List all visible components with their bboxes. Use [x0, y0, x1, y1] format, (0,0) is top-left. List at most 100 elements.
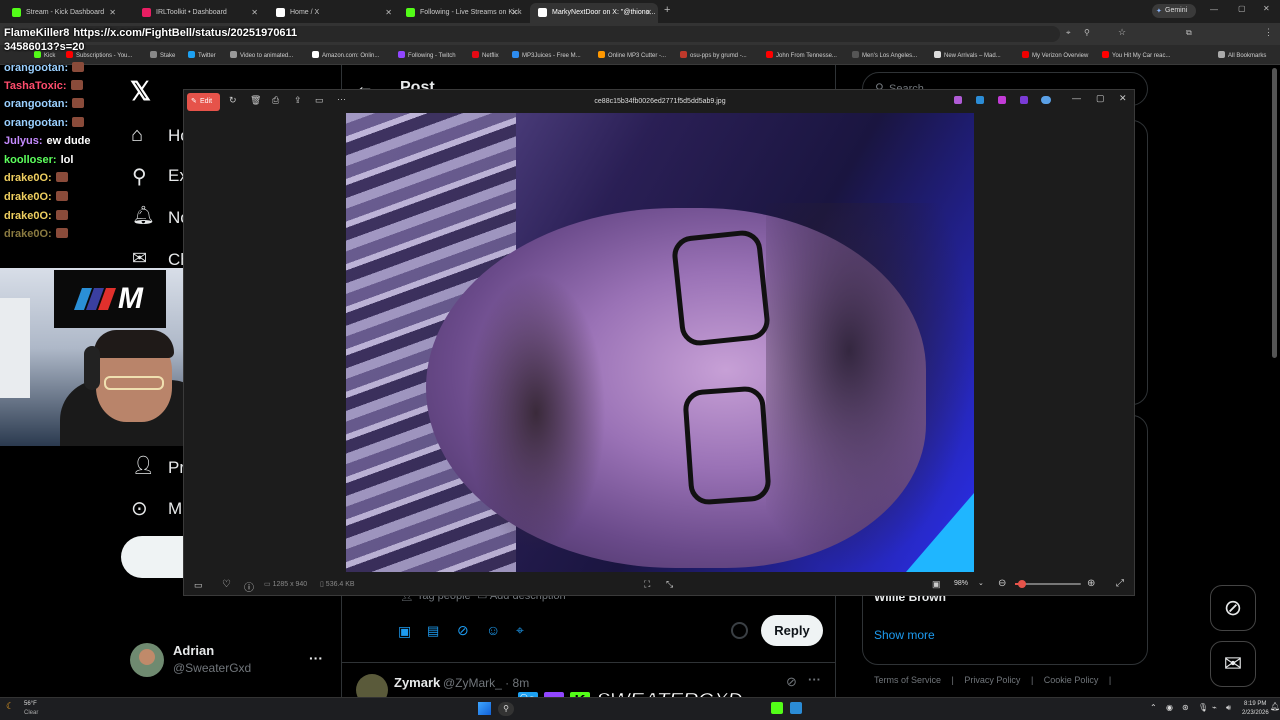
info-icon[interactable]: ⓘ — [244, 579, 254, 594]
bell-icon[interactable]: 🔔︎ — [132, 205, 155, 226]
favorite-icon[interactable]: ♡ — [222, 579, 231, 590]
windows-start-icon[interactable] — [478, 702, 491, 715]
menu-icon[interactable]: ⋮ — [1264, 27, 1273, 38]
actual-size-icon[interactable]: ⤡ — [666, 579, 673, 590]
grok-icon[interactable]: ⊘ — [786, 674, 797, 690]
cookie-link[interactable]: Cookie Policy — [1044, 675, 1099, 685]
network-icon[interactable]: ⌁ — [1212, 703, 1217, 712]
weather-temp[interactable]: 56°F — [24, 701, 37, 707]
bookmark-item[interactable]: Video to animated... — [230, 51, 293, 59]
app-icon[interactable] — [998, 96, 1006, 104]
fit-window-icon[interactable]: ⛶ — [644, 579, 650, 590]
bookmark-item[interactable]: New Arrivals – Mad... — [934, 51, 1001, 59]
close-icon[interactable]: ✕ — [645, 8, 652, 17]
tab-markynextdoor[interactable]: MarkyNextDoor on X: "@thiono... ✕ — [530, 3, 658, 23]
zoom-slider[interactable] — [1015, 580, 1081, 588]
reply-button[interactable]: Reply — [761, 615, 823, 646]
tab-following-kick[interactable]: Following - Live Streams on Kick ✕ — [398, 3, 524, 23]
minimize-button[interactable]: — — [1072, 93, 1081, 103]
bookmark-item[interactable]: MP3Juices - Free M... — [512, 51, 581, 59]
extensions-icon[interactable]: ⧉ — [1186, 28, 1192, 38]
bookmark-item[interactable]: Amazon.com: Onlin... — [312, 51, 379, 59]
notification-icon[interactable]: 🔔︎ — [1270, 702, 1280, 711]
close-icon[interactable]: ✕ — [385, 8, 392, 17]
clock-date[interactable]: 2/23/2026 — [1242, 710, 1269, 716]
zoom-dropdown[interactable]: 98% ⌄ — [948, 575, 988, 591]
close-window-button[interactable]: ✕ — [1119, 93, 1127, 104]
chevron-up-icon[interactable]: ⌃ — [1150, 703, 1157, 712]
show-more-link[interactable]: Show more — [874, 628, 935, 642]
terms-link[interactable]: Terms of Service — [874, 675, 941, 685]
nav-more[interactable]: M — [168, 499, 182, 519]
zoom-fit-icon[interactable]: ▣ — [932, 579, 941, 590]
bookmark-item[interactable]: Twitter — [188, 51, 216, 59]
all-bookmarks[interactable]: All Bookmarks — [1218, 51, 1266, 59]
grok-icon[interactable]: ⊘ — [1210, 585, 1256, 631]
tab-kick-dashboard[interactable]: Stream - Kick Dashboard ✕ — [4, 3, 122, 23]
gif-icon[interactable]: ▤ — [427, 623, 439, 639]
cloud-icon[interactable] — [1041, 96, 1051, 104]
app-icon[interactable] — [1020, 96, 1028, 104]
app-icon[interactable] — [976, 96, 984, 104]
location-pin-icon[interactable]: ⌖ — [516, 622, 524, 639]
image-icon[interactable]: ▣ — [398, 623, 411, 640]
more-options-icon[interactable]: ··· — [808, 672, 821, 687]
volume-icon[interactable]: 🔊︎ — [1226, 703, 1231, 713]
close-window-button[interactable]: ✕ — [1263, 4, 1270, 13]
close-icon[interactable]: ✕ — [109, 8, 116, 17]
emoji-icon[interactable]: ☺ — [486, 622, 500, 638]
mail-icon[interactable]: ✉ — [132, 248, 147, 269]
bookmark-item[interactable]: Stake — [150, 51, 175, 59]
weather-icon[interactable]: ☾ — [6, 701, 14, 712]
avatar[interactable] — [130, 643, 164, 677]
maximize-button[interactable]: ▢ — [1238, 4, 1246, 13]
weather-desc[interactable]: Clear — [24, 710, 38, 716]
zoom-icon[interactable]: ⚲ — [1084, 28, 1090, 37]
bookmark-item[interactable]: Following - Twitch — [398, 51, 456, 59]
grok-icon[interactable]: ⊘ — [457, 622, 469, 639]
close-icon[interactable]: ✕ — [251, 8, 258, 17]
profile-icon[interactable]: 👤︎ — [132, 455, 155, 476]
chat-username: orangootan: — [4, 98, 69, 110]
bookmark-item[interactable]: You Hit My Car reac... — [1102, 51, 1170, 59]
viewed-photo[interactable] — [346, 113, 974, 572]
bookmark-item[interactable]: Netflix — [472, 51, 499, 59]
clock-time[interactable]: 8:19 PM — [1244, 701, 1266, 707]
more-icon[interactable]: ⊙ — [131, 496, 148, 521]
tab-home-x[interactable]: Home / X ✕ — [268, 3, 398, 23]
search-icon[interactable]: ⚲ — [498, 702, 514, 716]
zoom-slider-thumb[interactable] — [1017, 580, 1026, 588]
privacy-link[interactable]: Privacy Policy — [964, 675, 1020, 685]
tray-icon[interactable]: ⊛ — [1182, 703, 1189, 712]
tray-icon[interactable]: ◉ — [1166, 703, 1173, 712]
account-menu-icon[interactable]: ··· — [309, 650, 323, 666]
maximize-button[interactable]: ▢ — [1096, 93, 1105, 104]
tab-irltoolkit[interactable]: IRLToolkit • Dashboard ✕ — [134, 3, 264, 23]
search-icon[interactable]: ⚲ — [132, 164, 147, 189]
location-icon[interactable]: ⌖ — [1066, 28, 1071, 38]
bookmark-item[interactable]: Online MP3 Cutter -... — [598, 51, 666, 59]
bookmark-item[interactable]: John From Tennesse... — [766, 51, 837, 59]
x-logo-icon[interactable]: 𝕏 — [130, 76, 151, 107]
bookmark-item[interactable]: My Verizon Overview — [1022, 51, 1088, 59]
new-tab-button[interactable]: + — [664, 4, 670, 16]
zoom-out-icon[interactable]: ⊖ — [998, 578, 1006, 589]
zoom-in-icon[interactable]: ⊕ — [1087, 578, 1095, 589]
post-button[interactable] — [121, 536, 191, 578]
bookmark-star-icon[interactable]: ☆ — [1118, 27, 1126, 38]
messages-icon[interactable]: ✉ — [1210, 641, 1256, 687]
gemini-button[interactable]: ✦ Gemini — [1152, 4, 1196, 18]
home-icon[interactable]: ⌂ — [131, 124, 143, 147]
app-icon[interactable] — [954, 96, 962, 104]
fullscreen-icon[interactable]: ⤢ — [1116, 578, 1124, 589]
page-scrollbar[interactable] — [1272, 68, 1277, 358]
close-icon[interactable]: ✕ — [511, 8, 518, 17]
taskbar-app-icon[interactable] — [771, 702, 783, 714]
minimize-button[interactable]: — — [1210, 5, 1218, 14]
mic-icon[interactable]: 🎙︎ — [1198, 703, 1208, 712]
taskbar-app-icon[interactable] — [790, 702, 802, 714]
bookmark-item[interactable]: Men's Los Angeles... — [852, 51, 917, 59]
filmstrip-icon[interactable]: ▭ — [194, 580, 203, 591]
reply-author-name[interactable]: Zymark — [394, 675, 440, 690]
bookmark-item[interactable]: osu-pps by grumd -... — [680, 51, 747, 59]
